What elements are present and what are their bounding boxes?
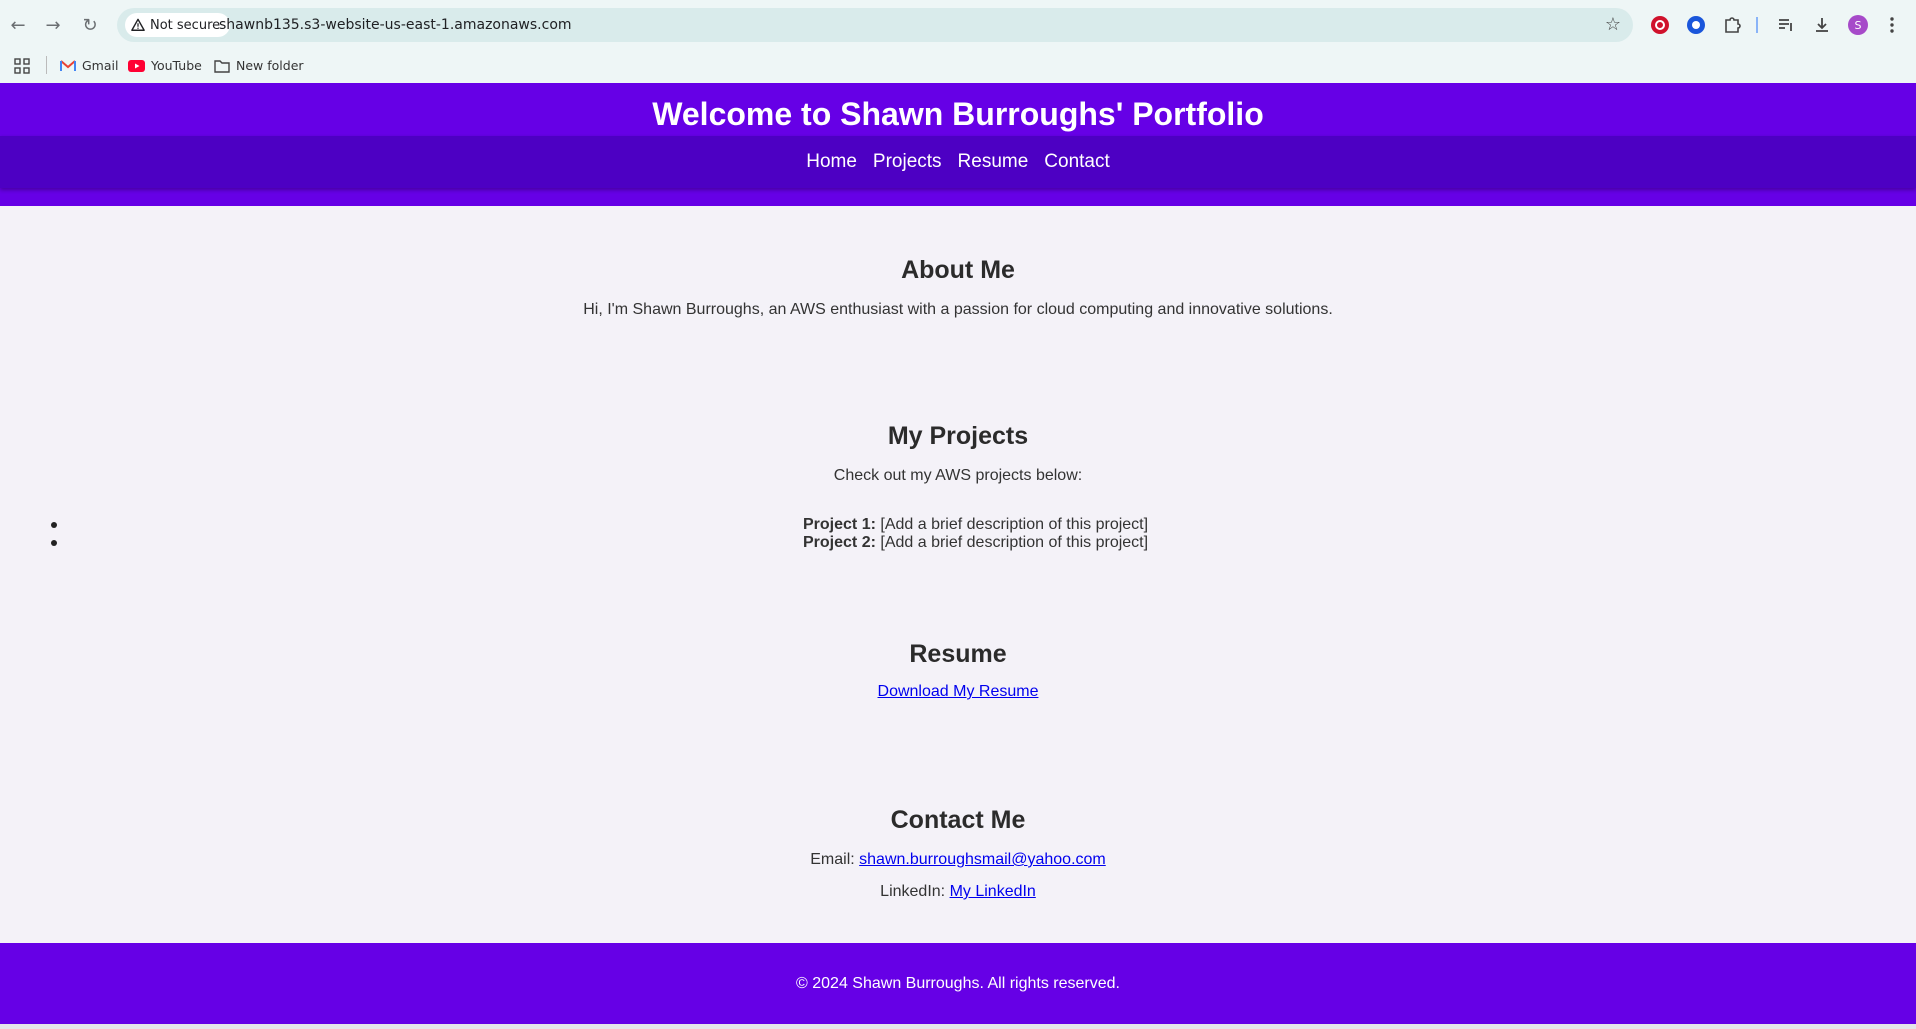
bookmark-new-folder[interactable]: New folder: [214, 58, 304, 73]
projects-intro: Check out my AWS projects below:: [833, 467, 1083, 484]
security-label: Not secure: [150, 17, 221, 33]
warning-icon: [131, 18, 145, 31]
resume-section: Resume Download My Resume: [0, 640, 1916, 701]
toolbar-divider: [1756, 17, 1758, 33]
list-item: Project 1: [Add a brief description of t…: [0, 516, 1916, 534]
bookmark-youtube[interactable]: YouTube: [128, 58, 202, 73]
project-desc: [Add a brief description of this project…: [880, 516, 1149, 533]
bookmark-gmail[interactable]: Gmail: [60, 58, 118, 73]
download-icon[interactable]: [1810, 13, 1834, 37]
project-list: Project 1: [Add a brief description of t…: [0, 516, 1916, 552]
projects-section: My Projects Check out my AWS projects be…: [0, 422, 1916, 552]
project-label: Project 2:: [803, 534, 876, 551]
bookmark-label: YouTube: [151, 58, 202, 73]
apps-grid-icon[interactable]: [14, 58, 30, 74]
gmail-icon: [60, 59, 76, 71]
nav-projects[interactable]: Projects: [873, 151, 942, 173]
page-bottom-edge: [0, 1024, 1916, 1029]
contact-section: Contact Me Email: shawn.burroughsmail@ya…: [0, 806, 1916, 901]
linkedin-link[interactable]: My LinkedIn: [950, 883, 1036, 900]
browser-toolbar: ← → ↻ Not secure shawnb135.s3-website-us…: [0, 0, 1916, 50]
footer-copyright: © 2024 Shawn Burroughs. All rights reser…: [796, 975, 1120, 992]
menu-kebab-icon[interactable]: [1880, 13, 1904, 37]
reading-list-icon[interactable]: [1774, 13, 1798, 37]
contact-email-line: Email: shawn.burroughsmail@yahoo.com: [0, 851, 1916, 869]
about-section: About Me Hi, I'm Shawn Burroughs, an AWS…: [0, 256, 1916, 319]
profile-avatar[interactable]: S: [1846, 13, 1870, 37]
about-heading: About Me: [901, 256, 1015, 284]
list-item: Project 2: [Add a brief description of t…: [0, 534, 1916, 552]
youtube-icon: [128, 59, 145, 72]
page-title: Welcome to Shawn Burroughs' Portfolio: [652, 96, 1264, 132]
extensions-puzzle-icon[interactable]: [1720, 13, 1744, 37]
email-label: Email:: [810, 851, 855, 868]
site-footer: © 2024 Shawn Burroughs. All rights reser…: [0, 943, 1916, 1024]
project-label: Project 1:: [803, 516, 876, 533]
site-header: Welcome to Shawn Burroughs' Portfolio Ho…: [0, 83, 1916, 206]
bullet-icon: [51, 540, 57, 546]
security-chip[interactable]: Not secure: [125, 13, 231, 37]
bookmark-label: New folder: [236, 58, 304, 73]
blue-extension-icon[interactable]: [1684, 13, 1708, 37]
bookmark-label: Gmail: [82, 58, 119, 73]
bookmark-star-icon[interactable]: ☆: [1605, 14, 1621, 35]
browser-chrome: ← → ↻ Not secure shawnb135.s3-website-us…: [0, 0, 1916, 83]
linkedin-label: LinkedIn:: [880, 883, 946, 900]
bookmarks-divider: [46, 56, 47, 74]
nav-home[interactable]: Home: [806, 151, 857, 173]
contact-linkedin-line: LinkedIn: My LinkedIn: [0, 883, 1916, 901]
profile-initial: S: [1848, 15, 1868, 35]
project-desc: [Add a brief description of this project…: [880, 534, 1149, 551]
nav-contact[interactable]: Contact: [1044, 151, 1109, 173]
about-text: Hi, I'm Shawn Burroughs, an AWS enthusia…: [583, 301, 1333, 318]
url-text[interactable]: shawnb135.s3-website-us-east-1.amazonaws…: [219, 17, 572, 33]
bookmarks-bar: Gmail YouTube New folder: [0, 50, 1916, 83]
download-resume-link[interactable]: Download My Resume: [878, 683, 1039, 700]
back-arrow-icon[interactable]: ←: [5, 12, 31, 38]
site-navigation: Home Projects Resume Contact: [0, 136, 1916, 188]
reload-icon[interactable]: ↻: [77, 12, 103, 38]
projects-heading: My Projects: [887, 422, 1029, 450]
bullet-icon: [51, 522, 57, 528]
contact-heading: Contact Me: [890, 806, 1026, 834]
red-extension-icon[interactable]: [1648, 13, 1672, 37]
resume-heading: Resume: [909, 640, 1007, 668]
folder-icon: [214, 59, 230, 73]
email-link[interactable]: shawn.burroughsmail@yahoo.com: [859, 851, 1106, 868]
nav-resume[interactable]: Resume: [958, 151, 1029, 173]
forward-arrow-icon[interactable]: →: [40, 12, 66, 38]
address-bar[interactable]: Not secure shawnb135.s3-website-us-east-…: [117, 8, 1633, 42]
